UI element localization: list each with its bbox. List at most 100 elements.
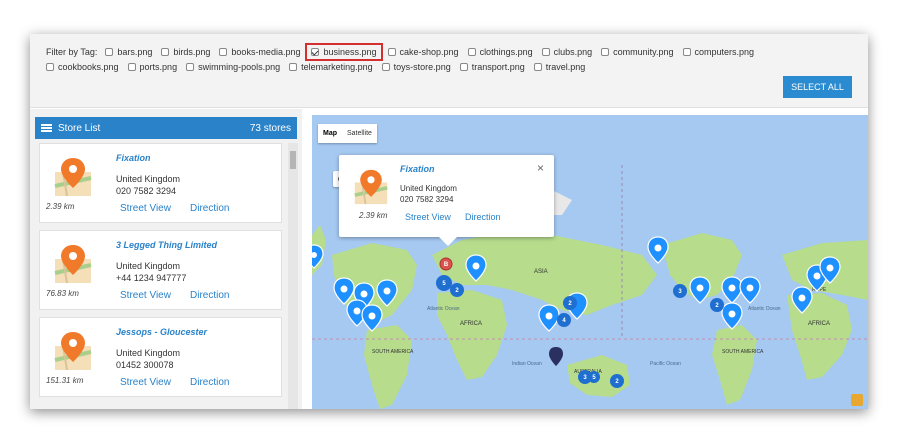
marker-dot bbox=[368, 312, 376, 320]
store-map-pin-icon bbox=[54, 158, 92, 197]
tag-clubs[interactable]: clubs.png bbox=[541, 47, 593, 57]
tag-books-media[interactable]: books-media.png bbox=[219, 47, 300, 57]
tag-row-2: cookbooks.png ports.png swimming-pools.p… bbox=[46, 62, 594, 72]
street-view-pegman-icon[interactable] bbox=[851, 394, 863, 406]
tag-telemarketing[interactable]: telemarketing.png bbox=[289, 62, 373, 72]
tag-toys-store[interactable]: toys-store.png bbox=[381, 62, 451, 72]
marker-dot bbox=[654, 244, 662, 252]
tag-clothings[interactable]: clothings.png bbox=[467, 47, 533, 57]
store-map-pin-icon bbox=[54, 332, 92, 371]
tag-label: books-media.png bbox=[231, 47, 301, 57]
street-view-link[interactable]: Street View bbox=[120, 203, 171, 214]
tag-label: toys-store.png bbox=[393, 62, 451, 72]
popup-direction-link[interactable]: Direction bbox=[465, 212, 501, 222]
store-info-popup: 2.39 km Fixation × United Kingdom 020 75… bbox=[339, 155, 554, 246]
marker-dot bbox=[826, 264, 834, 272]
store-distance: 2.39 km bbox=[46, 202, 75, 211]
marker-dot bbox=[545, 312, 553, 320]
marker-dot bbox=[798, 294, 806, 302]
tag-community[interactable]: community.png bbox=[601, 47, 674, 57]
tag-row-1: Filter by Tag: bars.png birds.png books-… bbox=[46, 43, 763, 61]
tag-checkbox[interactable] bbox=[161, 48, 170, 56]
tag-transport[interactable]: transport.png bbox=[459, 62, 525, 72]
store-name[interactable]: 3 Legged Thing Limited bbox=[116, 240, 217, 250]
label-south-america: SOUTH AMERICA bbox=[372, 349, 414, 355]
tag-checkbox[interactable] bbox=[601, 48, 610, 56]
marker-dot bbox=[383, 287, 391, 295]
tag-label: swimming-pools.png bbox=[198, 62, 281, 72]
marker-dot bbox=[728, 284, 736, 292]
popup-country: United Kingdom bbox=[400, 184, 457, 193]
store-list[interactable]: 2.39 km Fixation United Kingdom 020 7582… bbox=[35, 143, 288, 409]
tag-checkbox[interactable] bbox=[127, 63, 136, 71]
tag-label: ports.png bbox=[139, 62, 178, 72]
tag-bars[interactable]: bars.png bbox=[105, 47, 152, 57]
tag-checkbox[interactable] bbox=[387, 48, 396, 56]
street-view-link[interactable]: Street View bbox=[120, 377, 171, 388]
tag-checkbox[interactable] bbox=[46, 63, 54, 71]
tag-label: cake-shop.png bbox=[399, 47, 459, 57]
map-view[interactable]: ASIA AFRICA AFRICA SOUTH AMERICA SOUTH A… bbox=[312, 115, 868, 409]
marker-dot bbox=[746, 284, 754, 292]
tag-checkbox[interactable] bbox=[541, 48, 550, 56]
map-type-satellite[interactable]: Satellite bbox=[342, 124, 377, 143]
label-atlantic: Atlantic Ocean bbox=[427, 306, 460, 312]
store-card[interactable]: 151.31 km Jessops - Gloucester United Ki… bbox=[39, 317, 282, 397]
direction-link[interactable]: Direction bbox=[190, 203, 229, 214]
filter-label: Filter by Tag: bbox=[46, 47, 98, 57]
tag-checkbox[interactable] bbox=[467, 48, 476, 56]
tag-checkbox[interactable] bbox=[381, 63, 390, 71]
street-view-link[interactable]: Street View bbox=[120, 290, 171, 301]
store-country: United Kingdom bbox=[116, 261, 181, 271]
tag-checkbox[interactable] bbox=[459, 63, 468, 71]
tag-label: bars.png bbox=[117, 47, 153, 57]
direction-link[interactable]: Direction bbox=[190, 377, 229, 388]
tag-checkbox-checked[interactable] bbox=[311, 48, 320, 56]
store-country: United Kingdom bbox=[116, 174, 181, 184]
direction-link[interactable]: Direction bbox=[190, 290, 229, 301]
store-name[interactable]: Fixation bbox=[116, 153, 151, 163]
tag-cookbooks[interactable]: cookbooks.png bbox=[46, 62, 119, 72]
tag-cake-shop[interactable]: cake-shop.png bbox=[387, 47, 459, 57]
select-all-button[interactable]: SELECT ALL bbox=[783, 76, 852, 98]
tag-label: travel.png bbox=[545, 62, 586, 72]
marker-dot bbox=[728, 310, 736, 318]
tag-label: clothings.png bbox=[479, 47, 533, 57]
tag-travel[interactable]: travel.png bbox=[533, 62, 586, 72]
tag-checkbox[interactable] bbox=[186, 63, 195, 71]
store-list-scrollbar[interactable] bbox=[288, 143, 298, 409]
scrollbar-thumb[interactable] bbox=[290, 151, 296, 169]
tag-computers[interactable]: computers.png bbox=[682, 47, 754, 57]
tag-birds[interactable]: birds.png bbox=[161, 47, 210, 57]
store-distance: 76.83 km bbox=[46, 289, 79, 298]
tag-checkbox[interactable] bbox=[105, 48, 114, 56]
tag-ports[interactable]: ports.png bbox=[127, 62, 178, 72]
tag-checkbox[interactable] bbox=[533, 63, 542, 71]
store-card[interactable]: 2.39 km Fixation United Kingdom 020 7582… bbox=[39, 143, 282, 223]
popup-store-name[interactable]: Fixation bbox=[400, 164, 435, 174]
tag-label: transport.png bbox=[471, 62, 525, 72]
store-name[interactable]: Jessops - Gloucester bbox=[116, 327, 207, 337]
store-card[interactable]: 76.83 km 3 Legged Thing Limited United K… bbox=[39, 230, 282, 310]
marker-dot bbox=[472, 262, 480, 270]
tag-label: clubs.png bbox=[553, 47, 593, 57]
map-type-map[interactable]: Map bbox=[318, 124, 342, 143]
label-pacific-ocean: Pacific Ocean bbox=[650, 361, 681, 367]
label-indian-ocean: Indian Ocean bbox=[512, 361, 542, 367]
popup-street-view-link[interactable]: Street View bbox=[405, 212, 451, 222]
tag-checkbox[interactable] bbox=[289, 63, 298, 71]
store-map-pin-icon bbox=[354, 169, 388, 205]
tag-swimming-pools[interactable]: swimming-pools.png bbox=[186, 62, 280, 72]
close-icon[interactable]: × bbox=[537, 161, 544, 175]
marker-dot bbox=[813, 272, 821, 280]
tag-business[interactable]: business.png bbox=[305, 43, 383, 61]
popup-distance: 2.39 km bbox=[359, 211, 388, 220]
marker-dot bbox=[340, 285, 348, 293]
label-atlantic-repeat: Atlantic Ocean bbox=[748, 306, 781, 312]
tag-label: birds.png bbox=[173, 47, 211, 57]
tag-checkbox[interactable] bbox=[682, 48, 691, 56]
popup-phone: 020 7582 3294 bbox=[400, 195, 454, 204]
tag-checkbox[interactable] bbox=[219, 48, 228, 56]
store-country: United Kingdom bbox=[116, 348, 181, 358]
menu-icon[interactable] bbox=[41, 124, 52, 132]
